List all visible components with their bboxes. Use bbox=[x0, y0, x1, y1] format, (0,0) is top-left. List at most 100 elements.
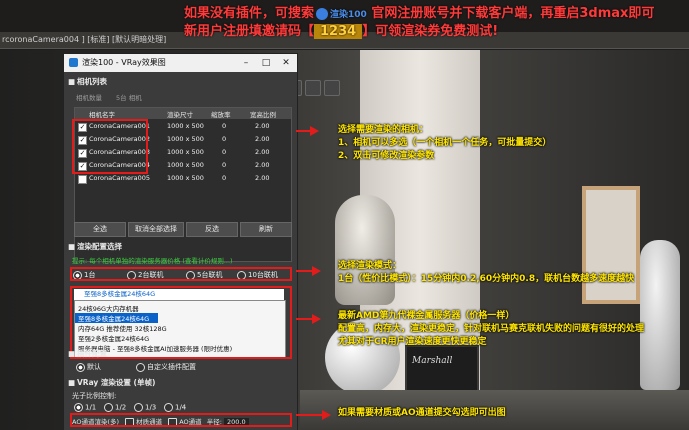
camera-row[interactable]: ✓ CoronaCamera001 1000 x 500 0 2.00 bbox=[75, 121, 291, 133]
camera-scale: 0 bbox=[222, 174, 227, 182]
server-option[interactable]: 24核96G大内存机器 bbox=[78, 303, 139, 313]
camera-table: 相机名字 渲染尺寸 缩放率 宽高比例 ✓ CoronaCamera001 100… bbox=[74, 107, 292, 262]
radio-icon[interactable] bbox=[76, 362, 85, 372]
camera-checkbox[interactable]: ✓ bbox=[78, 136, 87, 145]
camera-table-header: 相机名字 渲染尺寸 缩放率 宽高比例 bbox=[75, 108, 291, 119]
deselect-all-button[interactable]: 取消全部选择 bbox=[128, 222, 184, 237]
banner-line-2: 新用户注册填邀请码【 1234 】可领渲染券免费测试! bbox=[184, 20, 498, 39]
radio-icon[interactable] bbox=[74, 403, 83, 412]
camera-row[interactable]: ✓ CoronaCamera004 1000 x 500 0 2.00 bbox=[75, 160, 291, 172]
col-size: 渲染尺寸 bbox=[167, 111, 193, 119]
gi-option-label: 1/1 bbox=[85, 403, 97, 412]
camera-hint-left: 相机数量 bbox=[76, 94, 102, 102]
select-all-button[interactable]: 全选 bbox=[74, 222, 126, 237]
checkbox-icon[interactable] bbox=[168, 417, 178, 427]
banner-brand: 渲染100 bbox=[330, 10, 367, 20]
camera-scale: 0 bbox=[222, 148, 227, 156]
radio-icon[interactable] bbox=[186, 270, 195, 280]
camera-checkbox[interactable]: ✓ bbox=[78, 162, 87, 171]
radio-icon[interactable] bbox=[136, 362, 145, 372]
server-option[interactable]: 内存64G 推荐使用 32核128G bbox=[78, 323, 167, 333]
gi-option-label: 1/3 bbox=[145, 403, 157, 412]
radio-icon[interactable] bbox=[237, 270, 246, 280]
banner-text-2b: 】可领渲染券免费测试! bbox=[362, 24, 499, 39]
distance-label: 半径: bbox=[206, 418, 222, 426]
mode-10[interactable]: 10台联机 bbox=[237, 270, 278, 280]
vray-section-header[interactable]: ■ VRay 渲染设置 (单帧) bbox=[68, 377, 293, 389]
camera-checkbox[interactable]: ✓ bbox=[78, 123, 87, 132]
gi-option[interactable]: 1/1 bbox=[74, 403, 96, 412]
scale-icon[interactable] bbox=[324, 80, 340, 96]
scene-vase bbox=[640, 240, 680, 390]
plugin-section-label: 插件配置 bbox=[77, 349, 107, 358]
arrow-head-1 bbox=[310, 126, 319, 136]
maximize-icon[interactable]: □ bbox=[259, 56, 273, 70]
checkbox-icon[interactable] bbox=[125, 417, 135, 427]
collapse-icon[interactable]: ■ bbox=[68, 242, 77, 251]
refresh-button[interactable]: 刷新 bbox=[240, 222, 292, 237]
note-line: 2、双击可修改渲染参数 bbox=[338, 151, 435, 161]
close-icon[interactable]: ✕ bbox=[279, 56, 293, 70]
camera-ratio: 2.00 bbox=[255, 148, 270, 156]
camera-size: 1000 x 500 bbox=[167, 122, 204, 130]
server-option[interactable]: 至强2多核金属24核64G bbox=[78, 333, 149, 343]
distance-value[interactable]: 200.0 bbox=[224, 418, 249, 426]
plugin-custom[interactable]: 自定义插件配置 bbox=[136, 362, 196, 372]
camera-ratio: 2.00 bbox=[255, 174, 270, 182]
ao-channel-label: AO通道 bbox=[179, 418, 202, 426]
camera-section-header[interactable]: ■ 相机列表 bbox=[68, 76, 293, 88]
app-icon bbox=[69, 58, 78, 67]
ao-row[interactable]: AO通道渲染(多) 材质通道 AO通道 半径: 200.0 bbox=[72, 416, 249, 427]
invite-code: 1234 bbox=[314, 24, 363, 39]
gi-option-label: 1/4 bbox=[175, 403, 187, 412]
mode-1[interactable]: 1台 bbox=[73, 270, 95, 280]
plugin-section-header[interactable]: ■ 插件配置 bbox=[68, 348, 293, 360]
minimize-icon[interactable]: – bbox=[239, 56, 253, 70]
camera-checkbox[interactable]: ✓ bbox=[78, 149, 87, 158]
arrow-head-4 bbox=[322, 410, 331, 420]
collapse-icon[interactable]: ■ bbox=[68, 349, 77, 358]
plugin-custom-label: 自定义插件配置 bbox=[147, 363, 196, 371]
camera-size: 1000 x 500 bbox=[167, 161, 204, 169]
gi-option[interactable]: 1/4 bbox=[164, 403, 186, 412]
plugin-default[interactable]: 默认 bbox=[76, 362, 101, 372]
mode-2[interactable]: 2台联机 bbox=[127, 270, 163, 280]
mode-5[interactable]: 5台联机 bbox=[186, 270, 222, 280]
camera-checkbox[interactable] bbox=[78, 175, 87, 184]
render-section-header[interactable]: ■ 渲染配置选择 bbox=[68, 241, 293, 253]
arrow-head-2 bbox=[312, 266, 321, 276]
camera-size: 1000 x 500 bbox=[167, 174, 204, 182]
note-ao: 如果需要材质或AO通道提交勾选即可出图 bbox=[338, 407, 506, 420]
camera-ratio: 2.00 bbox=[255, 161, 270, 169]
camera-size: 1000 x 500 bbox=[167, 135, 204, 143]
banner-text-1b: 官网注册账号并下载客户端，再重启3dmax即可 bbox=[371, 6, 655, 21]
rotate-icon[interactable] bbox=[305, 80, 321, 96]
server-select[interactable]: 至强8多核金属24核64G bbox=[74, 289, 284, 300]
radio-icon[interactable] bbox=[73, 270, 82, 280]
server-option-selected[interactable]: 至强8多核金属24核64G bbox=[75, 313, 158, 323]
radio-icon[interactable] bbox=[104, 403, 113, 412]
camera-scale: 0 bbox=[222, 122, 227, 130]
render-hint[interactable]: 提示: 每个相机单独的渲染服务器价格 (查看计价规则...) bbox=[72, 255, 233, 265]
collapse-icon[interactable]: ■ bbox=[68, 77, 77, 86]
camera-row[interactable]: ✓ CoronaCamera002 1000 x 500 0 2.00 bbox=[75, 134, 291, 146]
col-ratio: 宽高比例 bbox=[250, 111, 276, 119]
ao-label: AO通道渲染(多) bbox=[72, 418, 120, 426]
note-mode: 选择渲染模式： 1台（性价比模式）：15分钟内0.2,60分钟内0.8，联机台数… bbox=[338, 260, 634, 286]
radio-icon[interactable] bbox=[127, 270, 136, 280]
note-line: 选择渲染模式： bbox=[338, 261, 402, 271]
invert-selection-button[interactable]: 反选 bbox=[186, 222, 238, 237]
gi-option[interactable]: 1/2 bbox=[104, 403, 126, 412]
camera-name: CoronaCamera001 bbox=[89, 122, 151, 130]
camera-row[interactable]: CoronaCamera005 1000 x 500 0 2.00 bbox=[75, 173, 291, 185]
dialog-titlebar[interactable]: 渲染100 - VRay效果图 – □ ✕ bbox=[64, 54, 297, 72]
screenshot: Marshall rcoronaCamera004 ] [标准] [默认明暗处理… bbox=[0, 0, 689, 430]
banner-line-1: 如果没有插件，可搜索 渲染100 官网注册账号并下载客户端，再重启3dmax即可 bbox=[184, 2, 654, 21]
collapse-icon[interactable]: ■ bbox=[68, 378, 77, 387]
gi-option[interactable]: 1/3 bbox=[134, 403, 156, 412]
radio-icon[interactable] bbox=[134, 403, 143, 412]
camera-row[interactable]: ✓ CoronaCamera003 1000 x 500 0 2.00 bbox=[75, 147, 291, 159]
radio-icon[interactable] bbox=[164, 403, 173, 412]
gi-label: 光子比例控制: bbox=[72, 392, 117, 400]
viewport-label[interactable]: rcoronaCamera004 ] [标准] [默认明暗处理] bbox=[2, 34, 166, 45]
